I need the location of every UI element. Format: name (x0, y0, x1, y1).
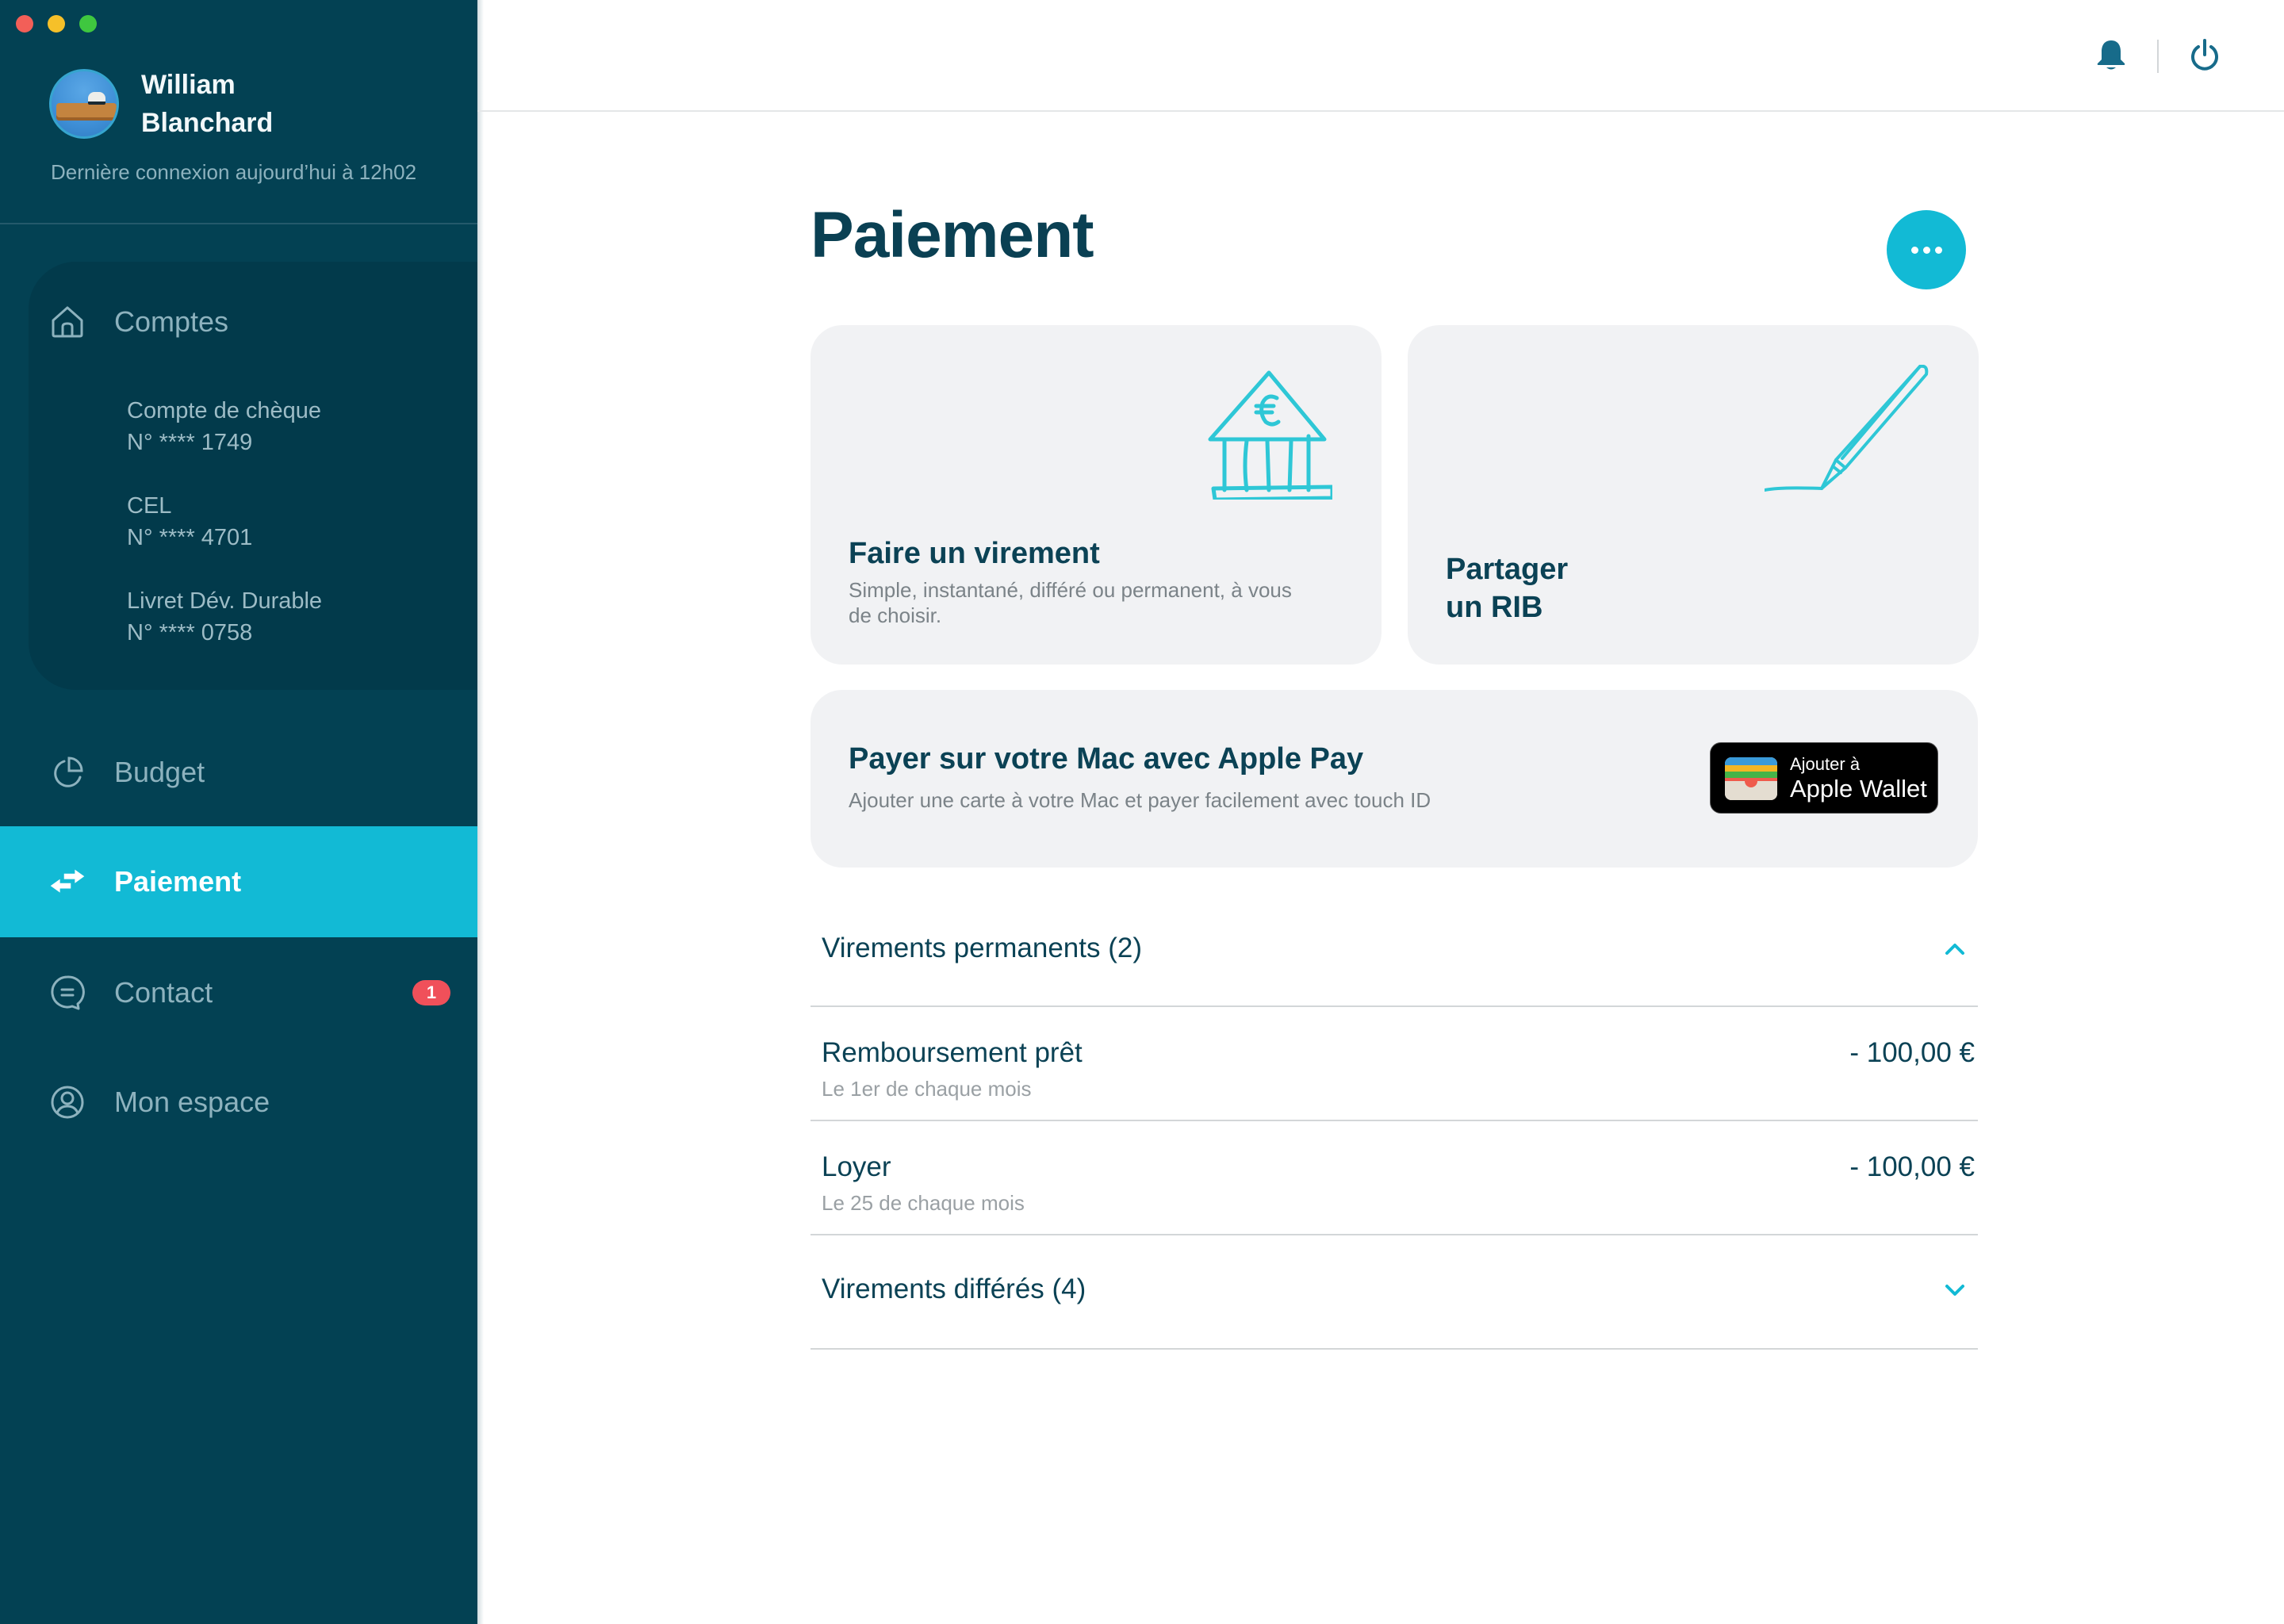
user-last-name: Blanchard (141, 108, 274, 138)
section-label: Virements différés (4) (822, 1274, 1086, 1304)
sidebar-item-contact[interactable]: Contact 1 (0, 937, 477, 1048)
user-profile[interactable]: William Blanchard (49, 66, 273, 142)
user-circle-icon (49, 1084, 86, 1120)
sidebar-item-label: Mon espace (114, 1086, 270, 1118)
account-number: N° **** 0758 (127, 620, 253, 645)
sidebar-divider (0, 223, 477, 224)
section-label: Virements permanents (2) (822, 933, 1142, 963)
window-close-button[interactable] (16, 15, 33, 33)
wallet-button-small-text: Ajouter à (1790, 754, 1861, 774)
account-number: N° **** 1749 (127, 430, 253, 455)
sidebar-item-label: Paiement (114, 865, 242, 898)
transfer-arrows-icon (49, 864, 86, 900)
more-options-button[interactable] (1887, 210, 1966, 289)
sidebar: William Blanchard Dernière connexion auj… (0, 0, 484, 1624)
pie-chart-icon (49, 754, 86, 791)
card-title: Faire un virement (849, 537, 1100, 570)
account-name: CEL (127, 493, 172, 519)
section-header-deferred-transfers[interactable]: Virements différés (4) (811, 1235, 1978, 1350)
last-login-text: Dernière connexion aujourd’hui à 12h02 (51, 160, 417, 184)
add-to-apple-wallet-button[interactable]: Ajouter à Apple Wallet (1710, 742, 1938, 814)
power-icon (2189, 38, 2221, 76)
transfer-label: Remboursement prêt (822, 1037, 1083, 1068)
sidebar-item-budget[interactable]: Budget (0, 717, 477, 828)
transfer-amount: - 100,00 € (1849, 1151, 1975, 1182)
bell-icon (2095, 39, 2127, 76)
pen-signature-icon (1763, 364, 1947, 511)
wallet-button-big-text: Apple Wallet (1790, 775, 1927, 802)
chevron-down-icon[interactable] (1943, 1278, 1967, 1302)
page-title: Paiement (811, 199, 1094, 271)
window-minimize-button[interactable] (48, 15, 65, 33)
home-icon (49, 304, 86, 340)
notifications-button[interactable] (2092, 38, 2130, 76)
account-number: N° **** 4701 (127, 525, 253, 550)
make-transfer-card[interactable]: Faire un virement Simple, instantané, di… (811, 325, 1382, 665)
apple-pay-description: Ajouter une carte à votre Mac et payer f… (849, 788, 1431, 812)
window-maximize-button[interactable] (79, 15, 97, 33)
topbar-divider (477, 110, 2284, 112)
user-name: William Blanchard (141, 66, 273, 142)
sidebar-item-comptes[interactable]: Comptes (0, 266, 477, 377)
card-description: Simple, instantané, différé ou permanent… (849, 578, 1292, 627)
card-title-line2: un RIB (1446, 591, 1543, 624)
sidebar-item-mon-espace[interactable]: Mon espace (0, 1047, 477, 1158)
card-title: Partager un RIB (1446, 550, 1568, 626)
transfer-schedule: Le 25 de chaque mois (822, 1191, 1025, 1215)
notification-badge: 1 (412, 980, 450, 1005)
account-item-ldd[interactable]: Livret Dév. Durable N° **** 0758 (127, 585, 322, 649)
account-name: Compte de chèque (127, 398, 322, 423)
sidebar-item-label: Budget (114, 756, 205, 788)
transfer-amount: - 100,00 € (1849, 1037, 1975, 1068)
apple-pay-title: Payer sur votre Mac avec Apple Pay (849, 742, 1364, 776)
transfer-label: Loyer (822, 1151, 891, 1182)
chat-bubble-icon (49, 975, 86, 1011)
transfer-schedule: Le 1er de chaque mois (822, 1077, 1032, 1101)
list-item[interactable]: Loyer Le 25 de chaque mois - 100,00 € (811, 1121, 1978, 1235)
window-controls (16, 15, 97, 33)
topbar-separator (2157, 40, 2159, 73)
list-item[interactable]: Remboursement prêt Le 1er de chaque mois… (811, 1007, 1978, 1121)
avatar (49, 69, 119, 139)
section-header-permanent-transfers[interactable]: Virements permanents (2) (811, 894, 1978, 1007)
logout-button[interactable] (2186, 38, 2224, 76)
sidebar-item-label: Contact (114, 976, 213, 1009)
sidebar-item-label: Comptes (114, 305, 229, 338)
chevron-up-icon[interactable] (1943, 937, 1967, 961)
wallet-icon (1725, 757, 1777, 800)
share-rib-card[interactable]: Partager un RIB (1408, 325, 1979, 665)
bank-euro-icon (1205, 365, 1335, 504)
account-item-cel[interactable]: CEL N° **** 4701 (127, 490, 252, 553)
account-name: Livret Dév. Durable (127, 588, 323, 614)
sidebar-item-paiement[interactable]: Paiement (0, 826, 477, 937)
user-first-name: William (141, 70, 236, 100)
apple-pay-card: Payer sur votre Mac avec Apple Pay Ajout… (811, 690, 1978, 868)
transfers-list: Virements permanents (2) Remboursement p… (811, 894, 1978, 1350)
card-title-line1: Partager (1446, 553, 1569, 586)
account-item-cheque[interactable]: Compte de chèque N° **** 1749 (127, 395, 321, 458)
more-dots-icon (1910, 246, 1918, 254)
